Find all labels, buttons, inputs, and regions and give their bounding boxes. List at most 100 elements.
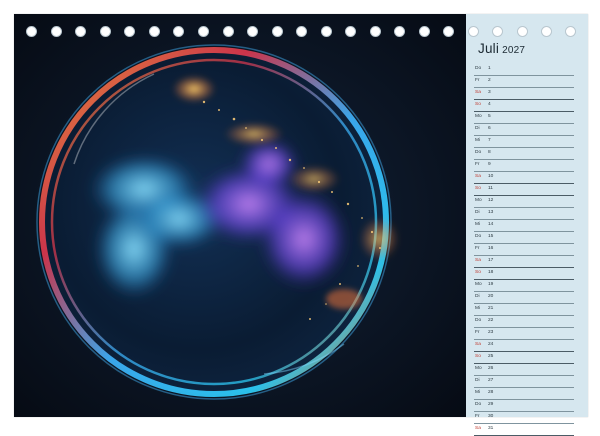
day-row: Do 29	[474, 400, 574, 412]
day-row: Sa 24	[474, 340, 574, 352]
day-number: 29	[488, 402, 494, 407]
day-row: So 11	[474, 184, 574, 196]
weekday-label: Fr	[475, 246, 480, 251]
calendar-sidebar: Juli 2027 Do 1 Fr 2 Sa 3 So 4 Mo 5 Di 6 Mi 7 Do 8 Fr 9 Sa 10…	[466, 14, 588, 436]
day-row: Mi 7	[474, 136, 574, 148]
petri-dish-photo	[14, 14, 466, 417]
day-number: 11	[488, 186, 493, 191]
day-number: 14	[488, 222, 494, 227]
weekday-label: Do	[475, 150, 482, 155]
day-row: So 4	[474, 100, 574, 112]
day-row: Mi 21	[474, 304, 574, 316]
binding-hole	[443, 26, 454, 37]
weekday-label: Mi	[475, 306, 481, 311]
day-number: 7	[488, 138, 491, 143]
day-number: 21	[488, 306, 494, 311]
day-row: Do 8	[474, 148, 574, 160]
calendar-page: Juli 2027 Do 1 Fr 2 Sa 3 So 4 Mo 5 Di 6 Mi 7 Do 8 Fr 9 Sa 10…	[14, 14, 588, 436]
weekday-label: Mo	[475, 114, 482, 119]
day-row: Do 22	[474, 316, 574, 328]
month-name: Juli	[478, 41, 500, 56]
weekday-label: Sa	[475, 426, 481, 431]
day-row: Mi 14	[474, 220, 574, 232]
weekday-label: Mi	[475, 222, 481, 227]
weekday-label: Di	[475, 126, 480, 131]
binding-holes	[14, 26, 588, 40]
binding-hole	[26, 26, 37, 37]
day-number: 31	[488, 426, 494, 431]
day-row: Do 15	[474, 232, 574, 244]
weekday-label: Do	[475, 66, 482, 71]
day-number: 2	[488, 78, 491, 83]
day-number: 18	[488, 270, 494, 275]
month-title: Juli 2027	[478, 41, 525, 56]
day-number: 5	[488, 114, 491, 119]
day-number: 1	[488, 66, 491, 71]
weekday-label: Mi	[475, 390, 481, 395]
day-row: Mo 26	[474, 364, 574, 376]
weekday-label: Sa	[475, 174, 481, 179]
binding-hole	[149, 26, 160, 37]
day-row: Fr 2	[474, 76, 574, 88]
day-number: 15	[488, 234, 494, 239]
binding-hole	[247, 26, 258, 37]
binding-hole	[541, 26, 552, 37]
weekday-label: Do	[475, 234, 482, 239]
day-list: Do 1 Fr 2 Sa 3 So 4 Mo 5 Di 6 Mi 7 Do 8 Fr 9 Sa 10 So 11 Mo 12 D…	[474, 64, 574, 436]
day-number: 10	[488, 174, 494, 179]
weekday-label: Fr	[475, 330, 480, 335]
day-row: Di 6	[474, 124, 574, 136]
binding-hole	[517, 26, 528, 37]
binding-hole	[370, 26, 381, 37]
weekday-label: Mo	[475, 198, 482, 203]
binding-hole	[321, 26, 332, 37]
binding-hole	[75, 26, 86, 37]
weekday-label: Mo	[475, 366, 482, 371]
day-row: Sa 17	[474, 256, 574, 268]
day-row: Fr 30	[474, 412, 574, 424]
day-number: 12	[488, 198, 494, 203]
weekday-label: Fr	[475, 162, 480, 167]
binding-hole	[419, 26, 430, 37]
day-number: 25	[488, 354, 494, 359]
day-row: Mo 5	[474, 112, 574, 124]
day-number: 13	[488, 210, 494, 215]
binding-hole	[296, 26, 307, 37]
day-row: Mi 28	[474, 388, 574, 400]
day-row: Do 1	[474, 64, 574, 76]
day-number: 26	[488, 366, 494, 371]
day-row: Sa 31	[474, 424, 574, 436]
day-row: Di 13	[474, 208, 574, 220]
weekday-label: Di	[475, 294, 480, 299]
day-number: 24	[488, 342, 494, 347]
binding-hole	[51, 26, 62, 37]
day-number: 22	[488, 318, 494, 323]
weekday-label: Mi	[475, 138, 481, 143]
day-number: 3	[488, 90, 491, 95]
weekday-label: Do	[475, 318, 482, 323]
binding-hole	[492, 26, 503, 37]
weekday-label: So	[475, 186, 481, 191]
weekday-label: Fr	[475, 78, 480, 83]
day-number: 8	[488, 150, 491, 155]
day-number: 28	[488, 390, 494, 395]
weekday-label: Mo	[475, 282, 482, 287]
weekday-label: So	[475, 270, 481, 275]
binding-hole	[173, 26, 184, 37]
day-row: Fr 23	[474, 328, 574, 340]
weekday-label: Sa	[475, 90, 481, 95]
day-number: 9	[488, 162, 491, 167]
day-row: Fr 16	[474, 244, 574, 256]
binding-hole	[468, 26, 479, 37]
weekday-label: Di	[475, 378, 480, 383]
binding-hole	[124, 26, 135, 37]
day-number: 16	[488, 246, 494, 251]
day-number: 19	[488, 282, 494, 287]
day-row: Mo 12	[474, 196, 574, 208]
binding-hole	[394, 26, 405, 37]
day-row: Sa 10	[474, 172, 574, 184]
weekday-label: Fr	[475, 414, 480, 419]
day-number: 20	[488, 294, 494, 299]
binding-hole	[100, 26, 111, 37]
binding-hole	[272, 26, 283, 37]
